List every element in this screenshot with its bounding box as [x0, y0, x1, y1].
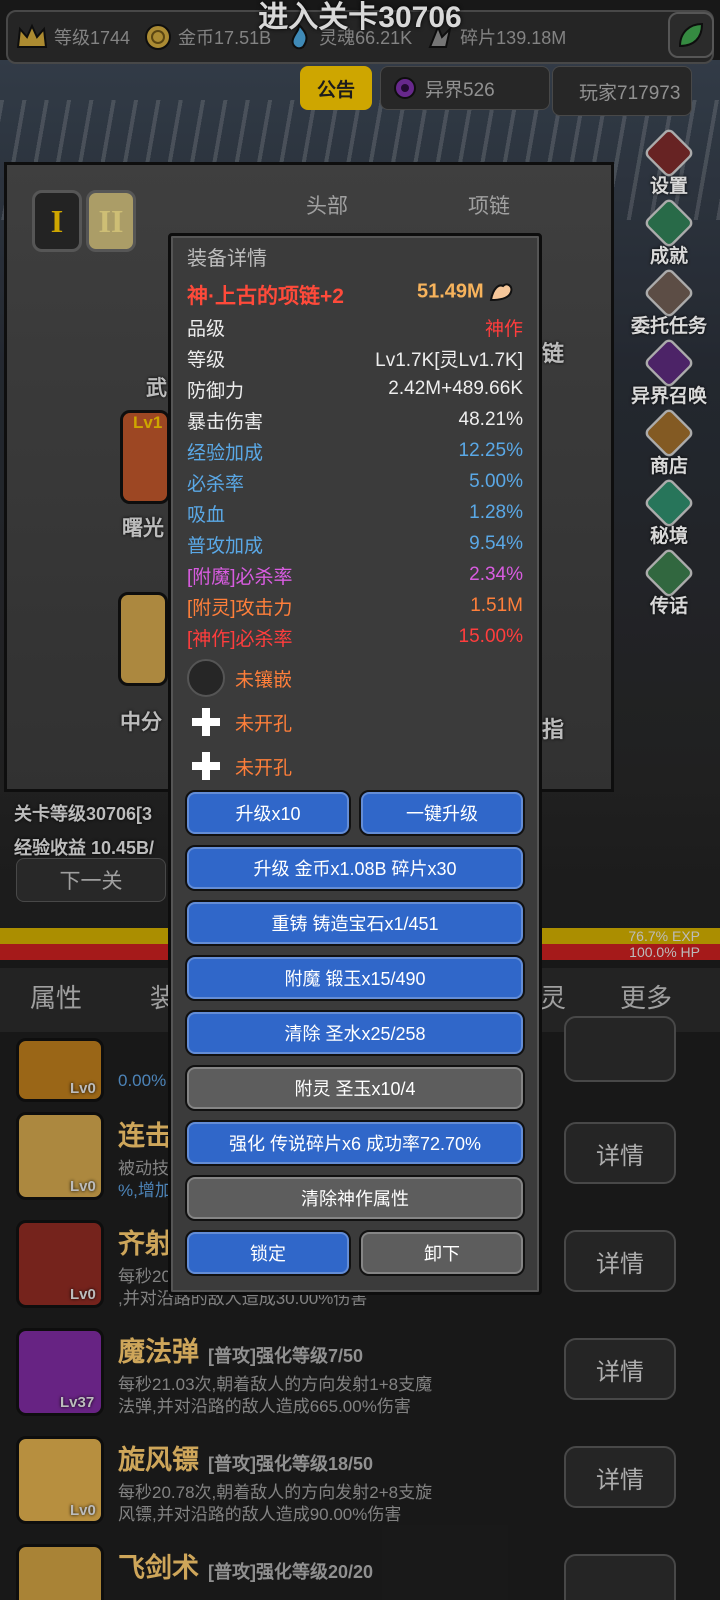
upgrade-x10-button[interactable]: 升级x10 — [185, 790, 351, 836]
stat-name: [附魔]必杀率 — [187, 566, 293, 588]
item-name: 神·上古的项链+2 — [187, 285, 344, 308]
stat-row: 必杀率 5.00% — [187, 467, 523, 497]
stat-value: 1.28% — [469, 502, 523, 523]
stat-row: [神作]必杀率 15.00% — [187, 622, 523, 652]
stat-value: 2.34% — [469, 564, 523, 585]
stat-name: 普攻加成 — [187, 535, 264, 557]
stat-row: 等级 Lv1.7K[灵Lv1.7K] — [187, 343, 523, 373]
plus-icon — [187, 703, 225, 741]
socket-slot[interactable]: 未开孔 — [187, 702, 527, 742]
stat-row: 经验加成 12.25% — [187, 436, 523, 466]
stat-value: 48.21% — [458, 409, 523, 430]
clear-button[interactable]: 清除 圣水x25/258 — [185, 1010, 525, 1056]
socket-slot[interactable]: 未镶嵌 — [187, 658, 527, 698]
stat-value: 12.25% — [458, 440, 523, 461]
socket-label: 未开孔 — [235, 713, 293, 735]
stat-value: 神作 — [484, 318, 523, 340]
socket-label: 未开孔 — [235, 757, 293, 779]
combat-power: 51.49M — [417, 280, 515, 304]
plus-icon — [187, 747, 225, 785]
flexed-arm-icon — [490, 283, 513, 302]
recast-button[interactable]: 重铸 铸造宝石x1/451 — [185, 900, 525, 946]
stat-name: 必杀率 — [187, 473, 245, 495]
stat-name: [附灵]攻击力 — [187, 597, 293, 619]
stat-row: 普攻加成 9.54% — [187, 529, 523, 559]
stat-value: 5.00% — [469, 471, 523, 492]
one-key-upgrade-button[interactable]: 一键升级 — [359, 790, 525, 836]
stat-row: 品级 神作 — [187, 312, 523, 342]
socket-label: 未镶嵌 — [235, 669, 293, 691]
stat-value: Lv1.7K[灵Lv1.7K] — [375, 349, 523, 371]
stat-value: 1.51M — [470, 595, 523, 616]
upgrade-button[interactable]: 升级 金币x1.08B 碎片x30 — [185, 845, 525, 891]
strengthen-button[interactable]: 强化 传说碎片x6 成功率72.70% — [185, 1120, 525, 1166]
clear-divine-button[interactable]: 清除神作属性 — [185, 1175, 525, 1221]
stat-name: 经验加成 — [187, 442, 264, 464]
stat-value: 9.54% — [469, 533, 523, 554]
unequip-button[interactable]: 卸下 — [359, 1230, 525, 1276]
stat-name: 吸血 — [187, 504, 226, 526]
modal-title: 装备详情 — [187, 248, 267, 270]
stat-name: 等级 — [187, 349, 226, 371]
stat-name: 品级 — [187, 318, 226, 340]
stat-value: 15.00% — [458, 626, 523, 647]
spirit-attach-button[interactable]: 附灵 圣玉x10/4 — [185, 1065, 525, 1111]
stat-row: 暴击伤害 48.21% — [187, 405, 523, 435]
stat-row: 防御力 2.42M+489.66K — [187, 374, 523, 404]
equipment-detail-modal: 装备详情 神·上古的项链+2 51.49M 品级 神作等级 Lv1.7K[灵Lv1.… — [168, 233, 542, 1295]
stat-name: 防御力 — [187, 380, 245, 402]
stat-name: 暴击伤害 — [187, 411, 264, 433]
enchant-button[interactable]: 附魔 锻玉x15/490 — [185, 955, 525, 1001]
combat-power-value: 51.49M — [417, 280, 484, 303]
stat-row: 吸血 1.28% — [187, 498, 523, 528]
lock-button[interactable]: 锁定 — [185, 1230, 351, 1276]
stat-row: [附灵]攻击力 1.51M — [187, 591, 523, 621]
stat-name: [神作]必杀率 — [187, 628, 293, 650]
socket-slot[interactable]: 未开孔 — [187, 746, 527, 786]
stat-value: 2.42M+489.66K — [388, 378, 523, 399]
stat-row: [附魔]必杀率 2.34% — [187, 560, 523, 590]
empty-socket-icon — [187, 659, 225, 697]
